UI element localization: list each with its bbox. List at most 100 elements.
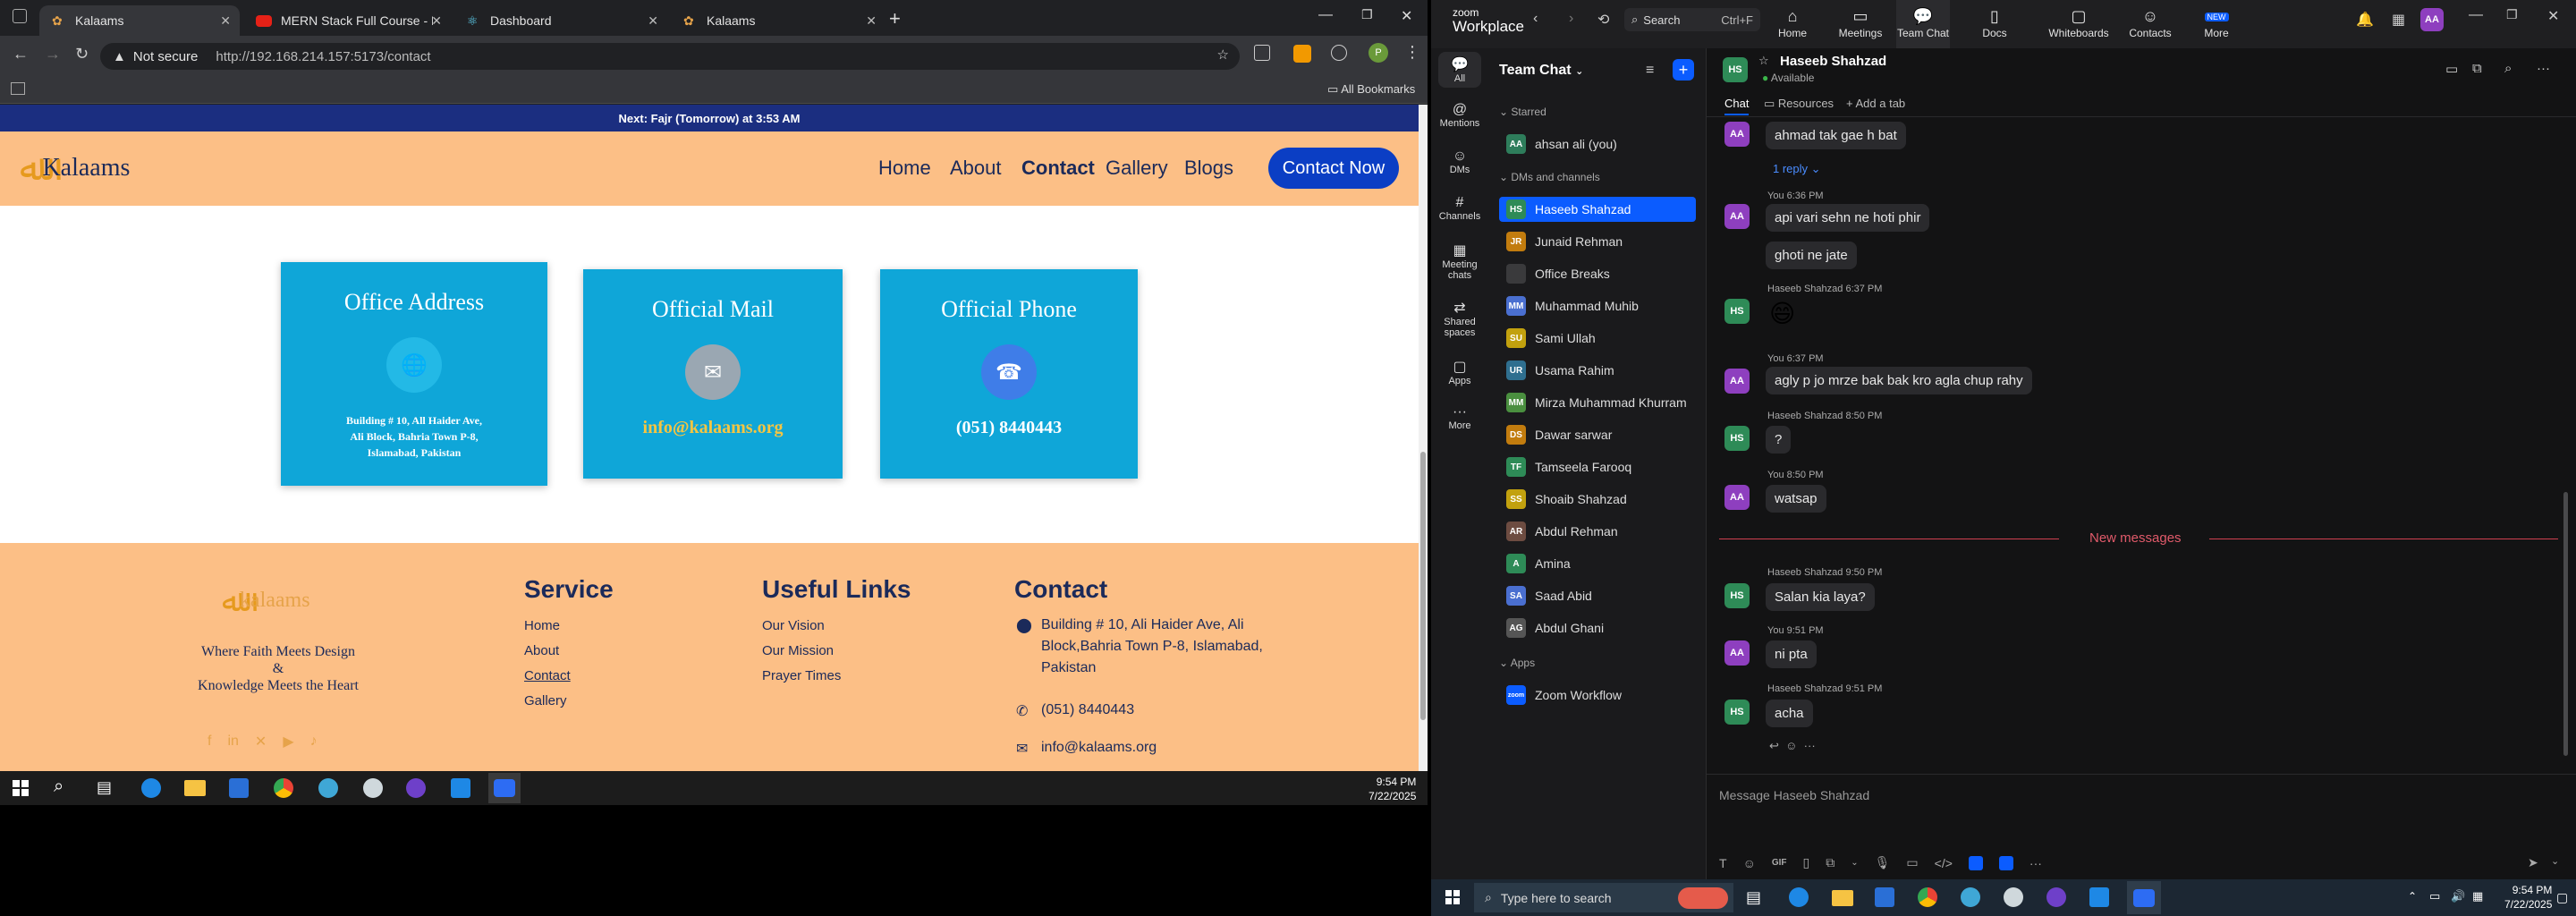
footer-link-gallery[interactable]: Gallery [524, 693, 567, 708]
footer-link-mission[interactable]: Our Mission [762, 643, 834, 658]
zoom-search-input[interactable]: ⌕ Search Ctrl+F [1624, 8, 1760, 31]
app-blue-icon-2[interactable] [1998, 855, 2013, 870]
clock[interactable]: 9:54 PM 7/22/2025 [2504, 883, 2552, 912]
notifications-icon[interactable]: ▢ [2556, 890, 2568, 905]
github-desktop-icon[interactable] [406, 778, 426, 798]
youtube-icon[interactable]: ▶ [283, 733, 293, 751]
app-blue-icon[interactable] [1968, 855, 1983, 870]
language-icon[interactable]: ▦ [2472, 889, 2483, 903]
list-item-abdul-ghani[interactable]: AG Abdul Ghani [1499, 615, 1696, 640]
footer-link-about[interactable]: About [524, 643, 559, 658]
microphone-icon[interactable]: 🎙 [1875, 855, 1891, 870]
task-view-icon[interactable]: ▤ [1746, 888, 1761, 907]
bookmark-star-icon[interactable]: ☆ [1217, 47, 1229, 63]
send-options-chevron-icon[interactable]: ⌄ [2551, 855, 2559, 867]
nav-contact[interactable]: Contact [1021, 157, 1095, 180]
windows-start-icon[interactable] [1445, 890, 1460, 904]
windows-start-icon[interactable] [13, 780, 29, 796]
volume-icon[interactable]: 🔊 [2451, 889, 2465, 903]
message-input[interactable]: Message Haseeb Shahzad [1719, 782, 2560, 809]
profile-avatar[interactable]: P [1368, 43, 1388, 63]
search-icon[interactable]: ⌕ [2504, 61, 2512, 76]
rail-more[interactable]: ··· More [1431, 404, 1488, 431]
file-icon[interactable]: ▯ [1803, 855, 1810, 870]
rail-meeting-chats[interactable]: ▦ Meeting chats [1431, 242, 1488, 281]
list-item-amina[interactable]: A Amina [1499, 551, 1696, 576]
tab-kalaams-1[interactable]: ✿ Kalaams ✕ [39, 5, 240, 36]
rail-mentions[interactable]: @ Mentions [1431, 102, 1488, 129]
list-item-junaid-rehman[interactable]: JR Junaid Rehman [1499, 229, 1696, 254]
message-bubble[interactable]: ? [1766, 426, 1792, 454]
apps-section[interactable]: ⌄ Apps [1499, 657, 1535, 669]
network-icon[interactable]: ▭ [2429, 889, 2440, 903]
notification-bell-icon[interactable]: 🔔 [2356, 11, 2374, 29]
vscode-icon[interactable] [2089, 887, 2109, 907]
footer-link-home[interactable]: Home [524, 618, 560, 633]
format-text-icon[interactable]: T [1719, 856, 1727, 870]
list-item-muhammad-muhib[interactable]: MM Muhammad Muhib [1499, 293, 1696, 318]
back-icon[interactable]: ← [13, 45, 29, 64]
more-dots-icon[interactable]: ··· [2537, 61, 2550, 76]
message-bubble[interactable]: ghoti ne jate [1766, 242, 1857, 269]
zoom-taskbar-button[interactable] [2127, 881, 2161, 914]
message-bubble[interactable]: agly p jo mrze bak bak kro agla chup rah… [1766, 367, 2032, 394]
nav-about[interactable]: About [950, 157, 1002, 180]
search-icon[interactable]: ⌕ [54, 776, 64, 797]
tab-mern[interactable]: MERN Stack Full Course - ECom ✕ [243, 5, 451, 36]
rail-channels[interactable]: # Channels [1431, 195, 1488, 222]
store-icon[interactable] [229, 778, 249, 798]
footer-link-prayer[interactable]: Prayer Times [762, 668, 841, 683]
dms-section[interactable]: ⌄ DMs and channels [1499, 171, 1600, 183]
list-item-saad-abid[interactable]: SA Saad Abid [1499, 583, 1696, 608]
message-bubble[interactable]: watsap [1766, 485, 1826, 513]
chat-tab-add[interactable]: + Add a tab [1846, 97, 1905, 110]
message-bubble[interactable]: api vari sehn ne hoti phir [1766, 204, 1930, 232]
more-dots-icon[interactable]: ··· [2029, 856, 2042, 870]
linkedin-icon[interactable]: in [227, 734, 238, 750]
extension-icon[interactable] [1254, 45, 1270, 61]
chat-contact-name[interactable]: Haseeb Shahzad [1780, 54, 1886, 69]
message-bubble[interactable]: ni pta [1766, 640, 1817, 668]
rail-shared-spaces[interactable]: ⇄ Shared spaces [1431, 299, 1488, 338]
list-item-dawar-sarwar[interactable]: DS Dawar sarwar [1499, 422, 1696, 447]
chat-tab-resources[interactable]: ▭ Resources [1764, 97, 1834, 111]
github-desktop-icon[interactable] [2046, 887, 2066, 907]
list-item-usama-rahim[interactable]: UR Usama Rahim [1499, 358, 1696, 383]
edge-icon[interactable] [141, 778, 161, 798]
apps-grid-icon[interactable] [11, 82, 25, 95]
tab-kalaams-2[interactable]: ✿ Kalaams ✕ [671, 5, 886, 36]
star-icon[interactable]: ☆ [1758, 54, 1769, 68]
list-item-sami-ullah[interactable]: SU Sami Ullah [1499, 326, 1696, 351]
screen-share-icon[interactable]: ⧉ [2472, 61, 2482, 76]
close-window-icon[interactable]: ✕ [2547, 7, 2559, 25]
team-chat-title[interactable]: Team Chat ⌄ [1499, 63, 1583, 79]
task-view-icon[interactable]: ▤ [97, 778, 112, 797]
nav-blogs[interactable]: Blogs [1184, 157, 1233, 180]
x-twitter-icon[interactable]: ✕ [255, 733, 267, 751]
message-bubble[interactable]: acha [1766, 700, 1813, 727]
video-call-icon[interactable]: ▭ [2445, 61, 2458, 77]
facebook-icon[interactable]: f [208, 734, 211, 750]
close-tab-icon[interactable]: ✕ [220, 13, 231, 29]
taskbar-search-box[interactable]: ⌕ Type here to search [1474, 883, 1733, 912]
new-tab-button[interactable]: + [889, 7, 901, 30]
list-item-haseeb-shahzad[interactable]: HS Haseeb Shahzad [1499, 197, 1696, 222]
extensions-puzzle-icon[interactable] [1331, 45, 1347, 61]
app-icon-2[interactable] [2004, 887, 2023, 907]
starred-section[interactable]: ⌄ Starred [1499, 106, 1546, 118]
message-bubble[interactable]: ahmad tak gae h bat [1766, 122, 1906, 149]
vscode-icon[interactable] [451, 778, 470, 798]
screenshot-icon[interactable]: ⧉ [1826, 855, 1835, 870]
list-item-ahsan[interactable]: AA ahsan ali (you) [1499, 131, 1696, 157]
zoom-nav-contacts[interactable]: ☺ Contacts [2123, 7, 2177, 39]
close-tab-icon[interactable]: ✕ [648, 13, 658, 29]
tab-dashboard[interactable]: ⚛ Dashboard ✕ [454, 5, 667, 36]
forward-icon[interactable]: → [45, 45, 61, 64]
rail-dms[interactable]: ☺ DMs [1431, 148, 1488, 175]
calendar-icon[interactable]: ▦ [2392, 11, 2405, 29]
tray-chevron-icon[interactable]: ⌃ [2408, 890, 2417, 903]
zoom-nav-home[interactable]: ⌂ Home [1766, 7, 1819, 39]
emoji-message[interactable]: 😄 [1769, 299, 1795, 328]
list-item-tamseela-farooq[interactable]: TF Tamseela Farooq [1499, 454, 1696, 479]
chevron-down-icon[interactable]: ⌄ [1851, 858, 1858, 868]
